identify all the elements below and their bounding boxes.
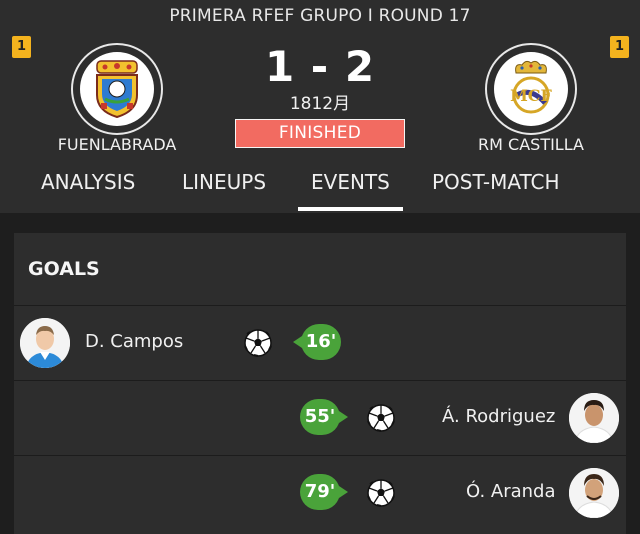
goal-event-row[interactable]: 55' Á. Rodriguez: [14, 381, 626, 455]
goal-minute-badge: 16': [293, 324, 341, 360]
player-avatar: [569, 468, 619, 518]
tab-events[interactable]: EVENTS: [311, 170, 390, 194]
fuenlabrada-crest-icon: [80, 52, 154, 126]
goal-scorer-name[interactable]: Ó. Aranda: [466, 481, 556, 502]
soccer-ball-icon: [367, 404, 395, 432]
goals-section-title: GOALS: [28, 258, 100, 280]
match-date: 1812月: [289, 94, 351, 114]
real-madrid-crest-icon: MCF: [494, 52, 568, 126]
goal-scorer-name[interactable]: Á. Rodriguez: [442, 406, 555, 427]
match-header: PRIMERA RFEF GRUPO I ROUND 17 1 1 MCF FU…: [0, 0, 640, 213]
goal-minute-badge: 55': [300, 399, 348, 435]
player-avatar: [20, 318, 70, 368]
competition-round: PRIMERA RFEF GRUPO I ROUND 17: [169, 6, 471, 26]
match-tabs: ANALYSIS LINEUPS EVENTS POST-MATCH: [0, 167, 640, 213]
soccer-ball-icon: [244, 329, 272, 357]
svg-text:MCF: MCF: [510, 86, 552, 105]
away-team-crest[interactable]: MCF: [485, 43, 577, 135]
goal-scorer-name[interactable]: D. Campos: [85, 331, 183, 352]
tab-post-match[interactable]: POST-MATCH: [432, 170, 560, 194]
match-score: 1 - 2: [264, 42, 376, 91]
home-yellow-cards-badge: 1: [12, 36, 31, 58]
tab-lineups[interactable]: LINEUPS: [182, 170, 266, 194]
active-tab-indicator: [298, 207, 403, 211]
goal-event-row[interactable]: 79' Ó. Aranda: [14, 456, 626, 530]
home-team-crest[interactable]: [71, 43, 163, 135]
home-team-name[interactable]: FUENLABRADA: [27, 135, 207, 154]
away-team-name[interactable]: RM CASTILLA: [441, 135, 621, 154]
soccer-ball-icon: [367, 479, 395, 507]
match-status-badge: FINISHED: [235, 119, 405, 148]
away-yellow-cards-badge: 1: [610, 36, 629, 58]
tab-analysis[interactable]: ANALYSIS: [41, 170, 135, 194]
goal-event-row[interactable]: D. Campos 16': [14, 306, 626, 380]
player-avatar: [569, 393, 619, 443]
goal-minute-badge: 79': [300, 474, 348, 510]
goals-card: GOALS D. Campos 16' 55' Á. Rodriguez 79'…: [14, 233, 626, 534]
